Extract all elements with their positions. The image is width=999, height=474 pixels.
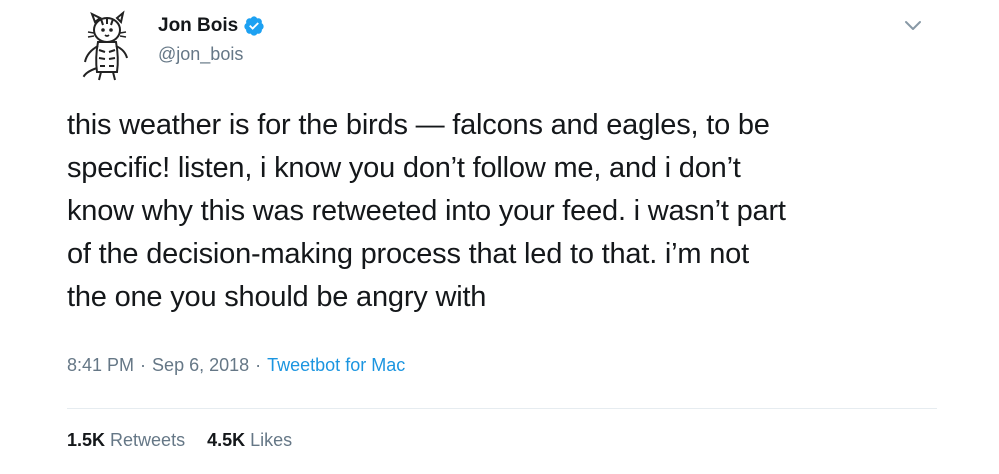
tweet-text: this weather is for the birds — falcons … (67, 104, 937, 319)
chevron-down-icon[interactable] (901, 14, 925, 38)
tweet-source-link[interactable]: Tweetbot for Mac (267, 355, 405, 376)
tweet-time[interactable]: 8:41 PM (67, 355, 134, 376)
retweets-stat[interactable]: 1.5K Retweets (67, 430, 185, 451)
cartoon-tiger-avatar-icon (82, 10, 128, 81)
meta-separator: · (140, 355, 147, 375)
author-handle[interactable]: @jon_bois (158, 44, 243, 65)
tweet-card: Jon Bois @jon_bois this weather is for t… (0, 0, 999, 474)
author-display-name[interactable]: Jon Bois (158, 15, 238, 37)
likes-label: Likes (250, 430, 293, 450)
tweet-stats: 1.5K Retweets 4.5K Likes (67, 430, 314, 451)
tweet-text-line: this weather is for the birds — falcons … (67, 109, 770, 141)
tweet-text-line: the one you should be angry with (67, 281, 487, 313)
tweet-meta: 8:41 PM · Sep 6, 2018 · Tweetbot for Mac (67, 355, 405, 376)
retweets-label: Retweets (110, 430, 186, 450)
tweet-date[interactable]: Sep 6, 2018 (152, 355, 249, 376)
tweet-text-line: know why this was retweeted into your fe… (67, 195, 786, 227)
avatar[interactable] (67, 6, 145, 84)
author-name-row: Jon Bois (158, 12, 265, 40)
verified-badge-icon (244, 16, 264, 36)
likes-stat[interactable]: 4.5K Likes (207, 430, 292, 451)
retweets-count: 1.5K (67, 430, 106, 450)
meta-separator: · (255, 355, 262, 375)
tweet-text-line: specific! listen, i know you don’t follo… (67, 152, 741, 184)
tweet-text-line: of the decision-making process that led … (67, 238, 749, 270)
likes-count: 4.5K (207, 430, 246, 450)
divider (67, 408, 937, 409)
